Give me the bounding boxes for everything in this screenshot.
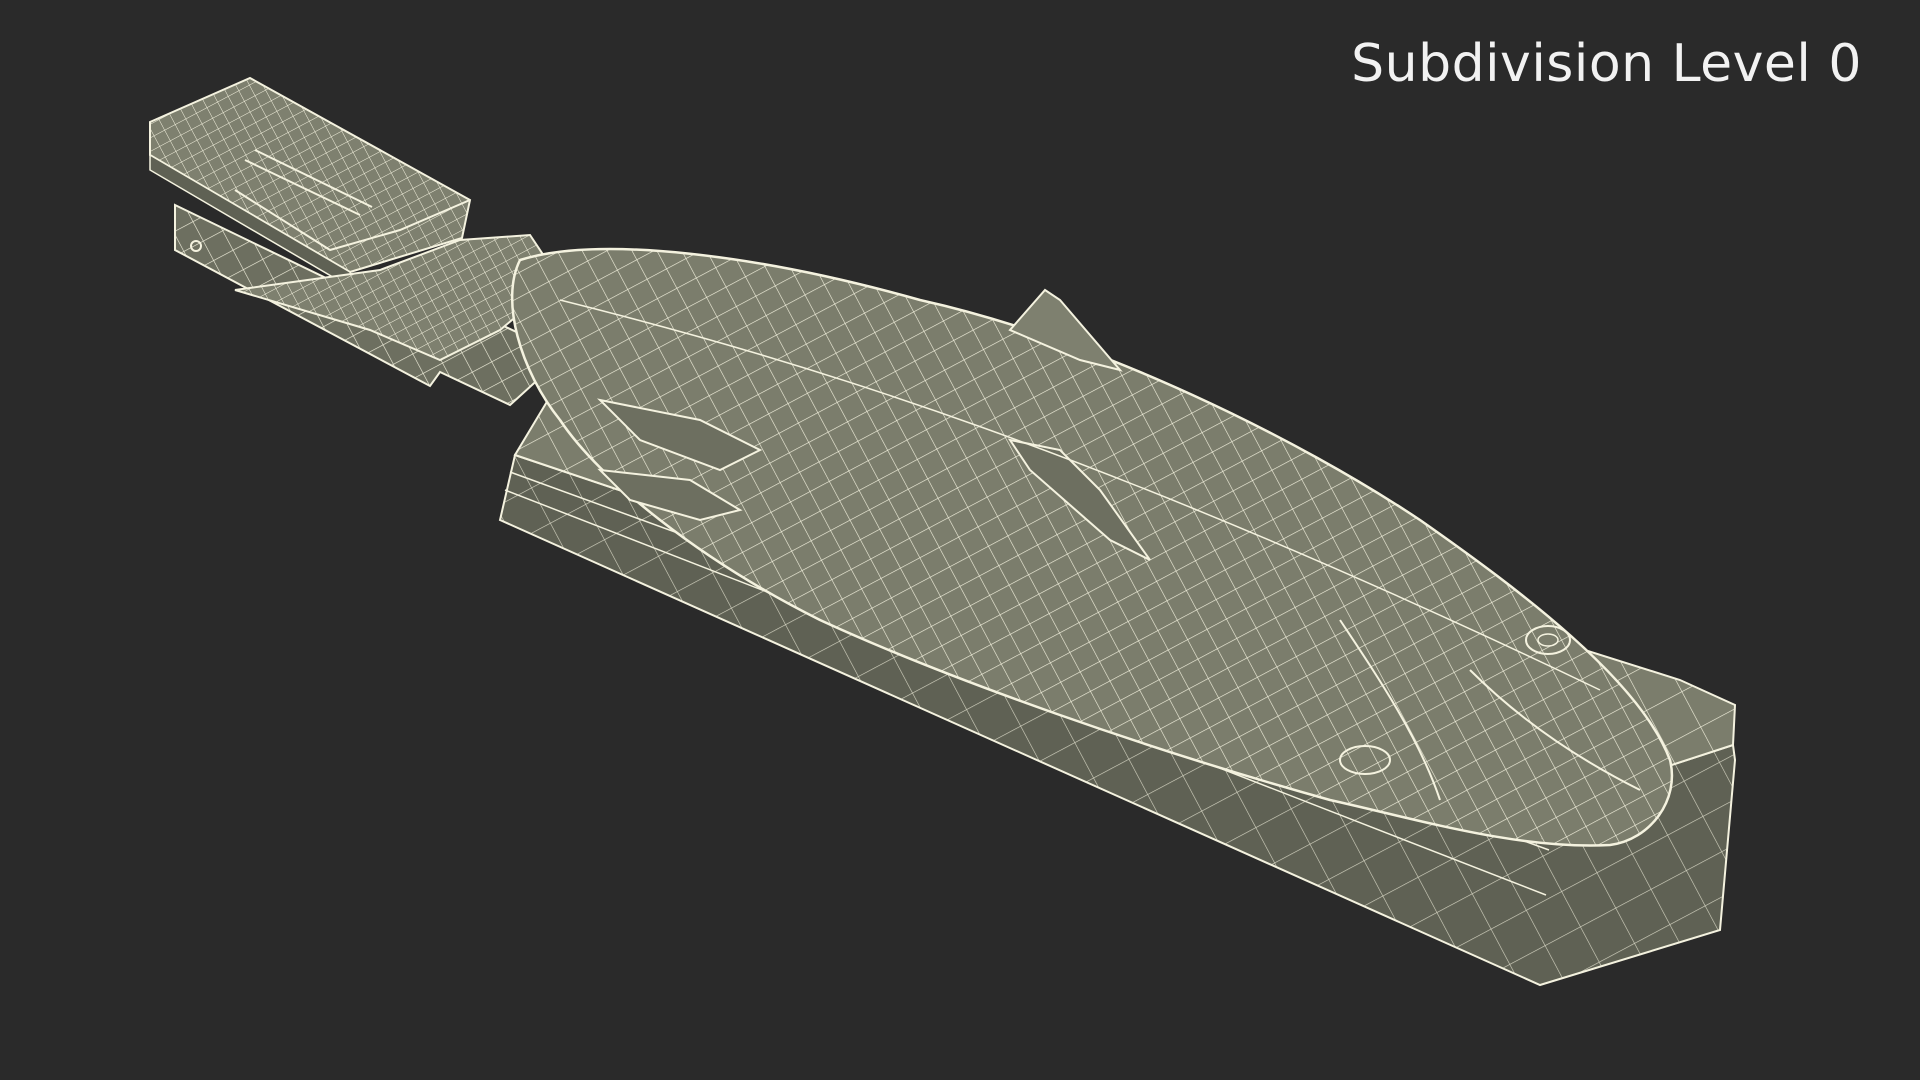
viewport: Subdivision Level 0 [0, 0, 1920, 1080]
fish [234, 233, 1674, 847]
subdivision-level-label: Subdivision Level 0 [1351, 34, 1862, 94]
model-render [149, 76, 1737, 987]
